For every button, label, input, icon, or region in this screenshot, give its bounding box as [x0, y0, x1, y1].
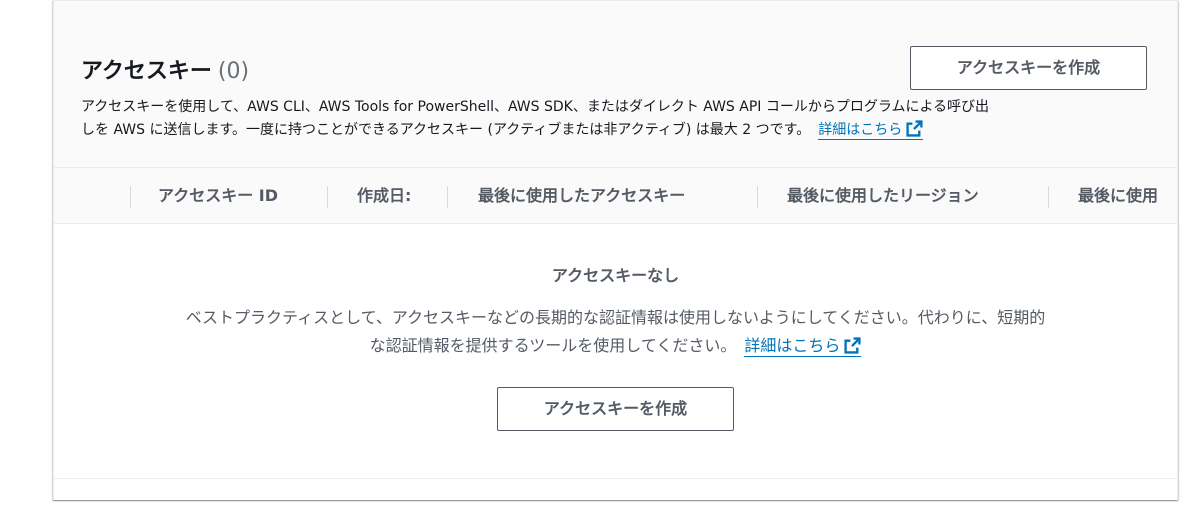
section-title-text: アクセスキー	[81, 59, 212, 84]
details-link-text: 詳細はこちら	[818, 122, 903, 138]
column-divider	[1048, 186, 1049, 208]
access-keys-header: アクセスキー (0) アクセスキーを作成 アクセスキーを使用して、AWS CLI、…	[54, 0, 1177, 168]
panel-bottom-divider	[54, 478, 1177, 479]
section-title: アクセスキー (0)	[81, 53, 249, 85]
column-divider	[327, 186, 328, 208]
access-keys-table-header: アクセスキー ID 作成日: 最後に使用したアクセスキー 最後に使用したリージョ…	[54, 168, 1177, 224]
empty-state-title: アクセスキーなし	[551, 266, 680, 285]
empty-details-link-text: 詳細はこちら	[744, 336, 841, 355]
section-description: アクセスキーを使用して、AWS CLI、AWS Tools for PowerS…	[81, 96, 1161, 142]
column-divider	[130, 186, 131, 208]
description-line-2: しを AWS に送信します。一度に持つことができるアクセスキー (アクティブまた…	[81, 119, 1161, 142]
empty-description-line-2-text: な認証情報を提供するツールを使用してください。	[369, 336, 737, 355]
column-divider	[757, 186, 758, 208]
external-link-icon	[844, 337, 861, 354]
column-access-key-id[interactable]: アクセスキー ID	[158, 168, 278, 224]
column-created-date[interactable]: 作成日:	[357, 168, 411, 224]
column-last-used-service[interactable]: 最後に使用	[1078, 168, 1158, 224]
external-link-icon	[906, 120, 923, 137]
details-link[interactable]: 詳細はこちら	[818, 120, 924, 140]
empty-description-line-2: な認証情報を提供するツールを使用してください。 詳細はこちら	[74, 332, 1157, 360]
empty-details-link[interactable]: 詳細はこちら	[744, 336, 862, 357]
empty-description-line-1: ベストプラクティスとして、アクセスキーなどの長期的な認証情報は使用しないようにし…	[185, 308, 1046, 327]
column-last-used-region[interactable]: 最後に使用したリージョン	[787, 168, 979, 224]
create-access-key-button[interactable]: アクセスキーを作成	[910, 46, 1147, 90]
description-line-2-text: しを AWS に送信します。一度に持つことができるアクセスキー (アクティブまた…	[81, 122, 811, 138]
column-divider	[447, 186, 448, 208]
access-key-count: (0)	[217, 59, 250, 84]
access-keys-panel: アクセスキー (0) アクセスキーを作成 アクセスキーを使用して、AWS CLI、…	[53, 0, 1178, 500]
column-last-used-access-key[interactable]: 最後に使用したアクセスキー	[478, 168, 685, 224]
empty-create-access-key-button[interactable]: アクセスキーを作成	[497, 387, 734, 431]
description-line-1: アクセスキーを使用して、AWS CLI、AWS Tools for PowerS…	[81, 99, 990, 115]
empty-state-description: ベストプラクティスとして、アクセスキーなどの長期的な認証情報は使用しないようにし…	[74, 304, 1157, 360]
